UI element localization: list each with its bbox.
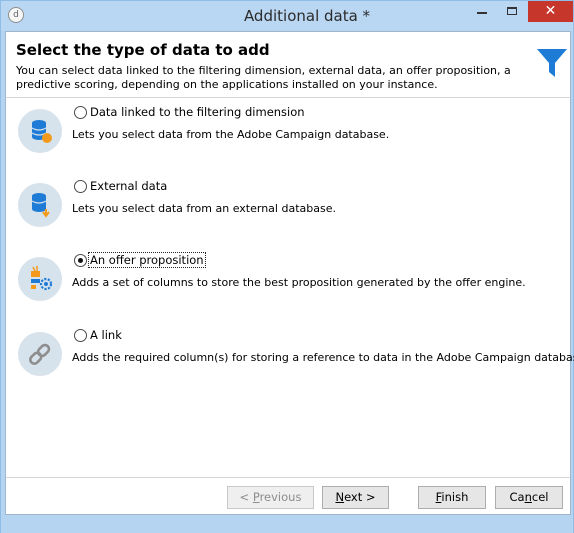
- database-icon: [31, 120, 52, 143]
- next-mnemonic: N: [335, 490, 345, 504]
- option-offer-proposition[interactable]: An offer proposition Adds a set of colum…: [6, 250, 570, 310]
- previous-rest: revious: [259, 490, 302, 504]
- maximize-button[interactable]: [498, 1, 526, 22]
- footer-divider: [6, 477, 570, 478]
- option-external-data[interactable]: External data Lets you select data from …: [6, 176, 570, 236]
- option-link[interactable]: A link Adds the required column(s) for s…: [6, 325, 574, 385]
- funnel-icon: [537, 49, 567, 77]
- page-title: Select the type of data to add: [16, 41, 270, 59]
- option-label[interactable]: An offer proposition: [88, 252, 206, 268]
- external-database-icon: [31, 193, 50, 218]
- option-label[interactable]: External data: [90, 179, 167, 193]
- option-icon-circle: [18, 332, 62, 376]
- option-icon-circle: [18, 183, 62, 227]
- window-bottom-border: [1, 516, 573, 533]
- radio-link[interactable]: [74, 329, 87, 342]
- option-icon-circle: [18, 257, 62, 301]
- finish-button[interactable]: Finish: [418, 486, 486, 509]
- radio-external-data[interactable]: [74, 180, 87, 193]
- dialog-window: d Additional data * ✕ Select the type of…: [0, 0, 574, 533]
- title-bar[interactable]: d Additional data * ✕: [1, 1, 573, 31]
- finish-rest: inish: [441, 490, 469, 504]
- cancel-button[interactable]: Cancel: [495, 486, 563, 509]
- dialog-content: Select the type of data to add You can s…: [5, 31, 574, 515]
- page-description: You can select data linked to the filter…: [16, 64, 511, 91]
- option-description: Adds the required column(s) for storing …: [72, 351, 574, 364]
- cancel-rest: cel: [531, 490, 549, 504]
- radio-offer-proposition[interactable]: [74, 254, 87, 267]
- maximize-icon: [507, 7, 517, 15]
- option-filtering-dimension[interactable]: Data linked to the filtering dimension L…: [6, 102, 570, 162]
- option-icon-circle: [18, 109, 62, 153]
- close-icon: ✕: [544, 3, 557, 19]
- option-description: Lets you select data from the Adobe Camp…: [72, 128, 390, 141]
- wizard-header: Select the type of data to add You can s…: [6, 32, 570, 98]
- minimize-icon: [477, 12, 487, 14]
- close-button[interactable]: ✕: [528, 1, 573, 22]
- option-label[interactable]: Data linked to the filtering dimension: [90, 105, 305, 119]
- option-description: Adds a set of columns to store the best …: [72, 276, 526, 289]
- previous-button[interactable]: < Previous: [227, 486, 314, 509]
- link-icon: [29, 343, 51, 365]
- cancel-mnemonic: n: [524, 490, 532, 504]
- next-button[interactable]: Next >: [322, 486, 389, 509]
- previous-prefix: <: [239, 490, 253, 504]
- radio-filtering-dimension[interactable]: [74, 106, 87, 119]
- previous-mnemonic: P: [252, 490, 260, 504]
- minimize-button[interactable]: [468, 1, 496, 22]
- next-rest: ext >: [344, 490, 376, 504]
- cancel-prefix: Ca: [509, 490, 525, 504]
- option-label[interactable]: A link: [90, 328, 122, 342]
- option-description: Lets you select data from an external da…: [72, 202, 336, 215]
- offer-icon: [31, 266, 53, 291]
